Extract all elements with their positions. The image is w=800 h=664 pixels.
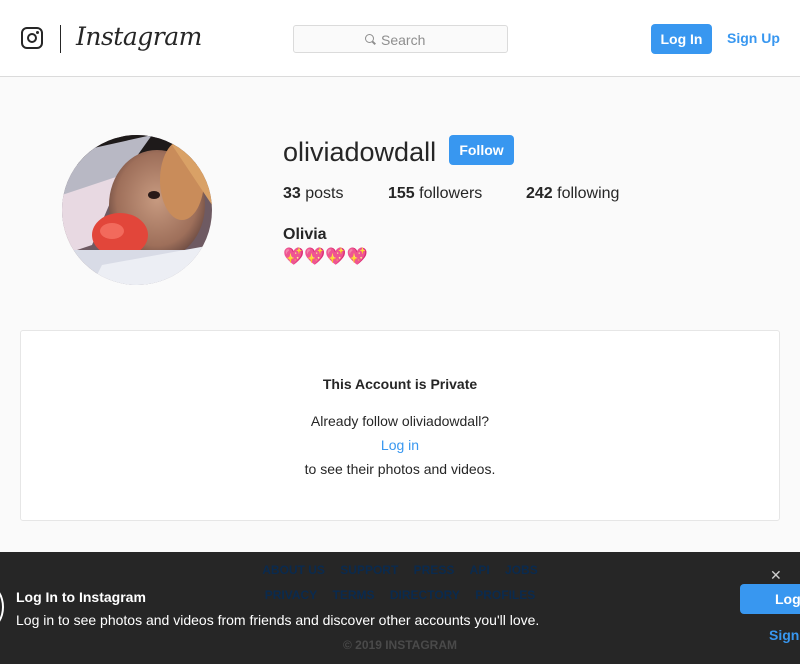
profile-username: oliviadowdall — [283, 137, 437, 167]
followers-number: 155 — [388, 185, 415, 202]
footer-link-press[interactable]: PRESS — [414, 563, 455, 577]
search-input[interactable]: Search — [293, 25, 508, 53]
following-count[interactable]: 242 following — [526, 185, 619, 203]
footer-link-jobs[interactable]: JOBS — [505, 563, 538, 577]
profile-avatar — [62, 135, 212, 285]
footer: ABOUT US SUPPORT PRESS API JOBS PRIVACY … — [0, 552, 800, 664]
banner-description: Log in to see photos and videos from fri… — [16, 612, 540, 628]
see-photos-text: to see their photos and videos. — [304, 461, 496, 477]
private-login-link: Log in — [21, 437, 779, 453]
footer-link-profiles[interactable]: PROFILES — [475, 588, 535, 602]
private-login-link-label[interactable]: Log in — [381, 437, 419, 453]
footer-link-support[interactable]: SUPPORT — [340, 563, 398, 577]
posts-count: 33 posts — [283, 185, 344, 203]
following-label: following — [557, 185, 620, 202]
profile-bio: 💖💖💖💖 — [283, 247, 368, 266]
signup-link[interactable]: Sign Up — [727, 30, 780, 46]
already-follow-text: Already follow oliviadowdall? — [310, 413, 490, 429]
search-icon — [365, 34, 374, 43]
footer-link-directory[interactable]: DIRECTORY — [390, 588, 460, 602]
top-nav-bar: Instagram Search Log In Sign Up — [0, 0, 800, 77]
posts-label: posts — [305, 185, 344, 202]
banner-signup-link[interactable]: Sign — [769, 627, 799, 643]
following-number: 242 — [526, 185, 553, 202]
instagram-wordmark-logo[interactable]: Instagram — [76, 22, 202, 51]
footer-link-terms[interactable]: TERMS — [333, 588, 375, 602]
logo-divider — [60, 25, 61, 53]
footer-links-row-1: ABOUT US SUPPORT PRESS API JOBS — [0, 563, 800, 577]
followers-label: followers — [419, 185, 483, 202]
login-button[interactable]: Log In — [651, 24, 712, 54]
footer-link-privacy[interactable]: PRIVACY — [265, 588, 317, 602]
followers-count[interactable]: 155 followers — [388, 185, 482, 203]
footer-copyright: © 2019 INSTAGRAM — [343, 638, 457, 652]
follow-button[interactable]: Follow — [449, 135, 514, 165]
search-placeholder: Search — [381, 32, 426, 48]
footer-link-about-us[interactable]: ABOUT US — [262, 563, 325, 577]
private-title: This Account is Private — [322, 376, 478, 392]
profile-full-name: Olivia — [283, 226, 327, 243]
banner-title: Log In to Instagram — [16, 589, 146, 605]
private-account-card: This Account is Private Already follow o… — [20, 330, 780, 521]
instagram-camera-icon[interactable] — [21, 27, 43, 49]
footer-link-api[interactable]: API — [470, 563, 490, 577]
posts-number: 33 — [283, 185, 301, 202]
banner-login-button[interactable]: Log — [740, 584, 800, 614]
close-icon[interactable]: ✕ — [770, 567, 782, 584]
